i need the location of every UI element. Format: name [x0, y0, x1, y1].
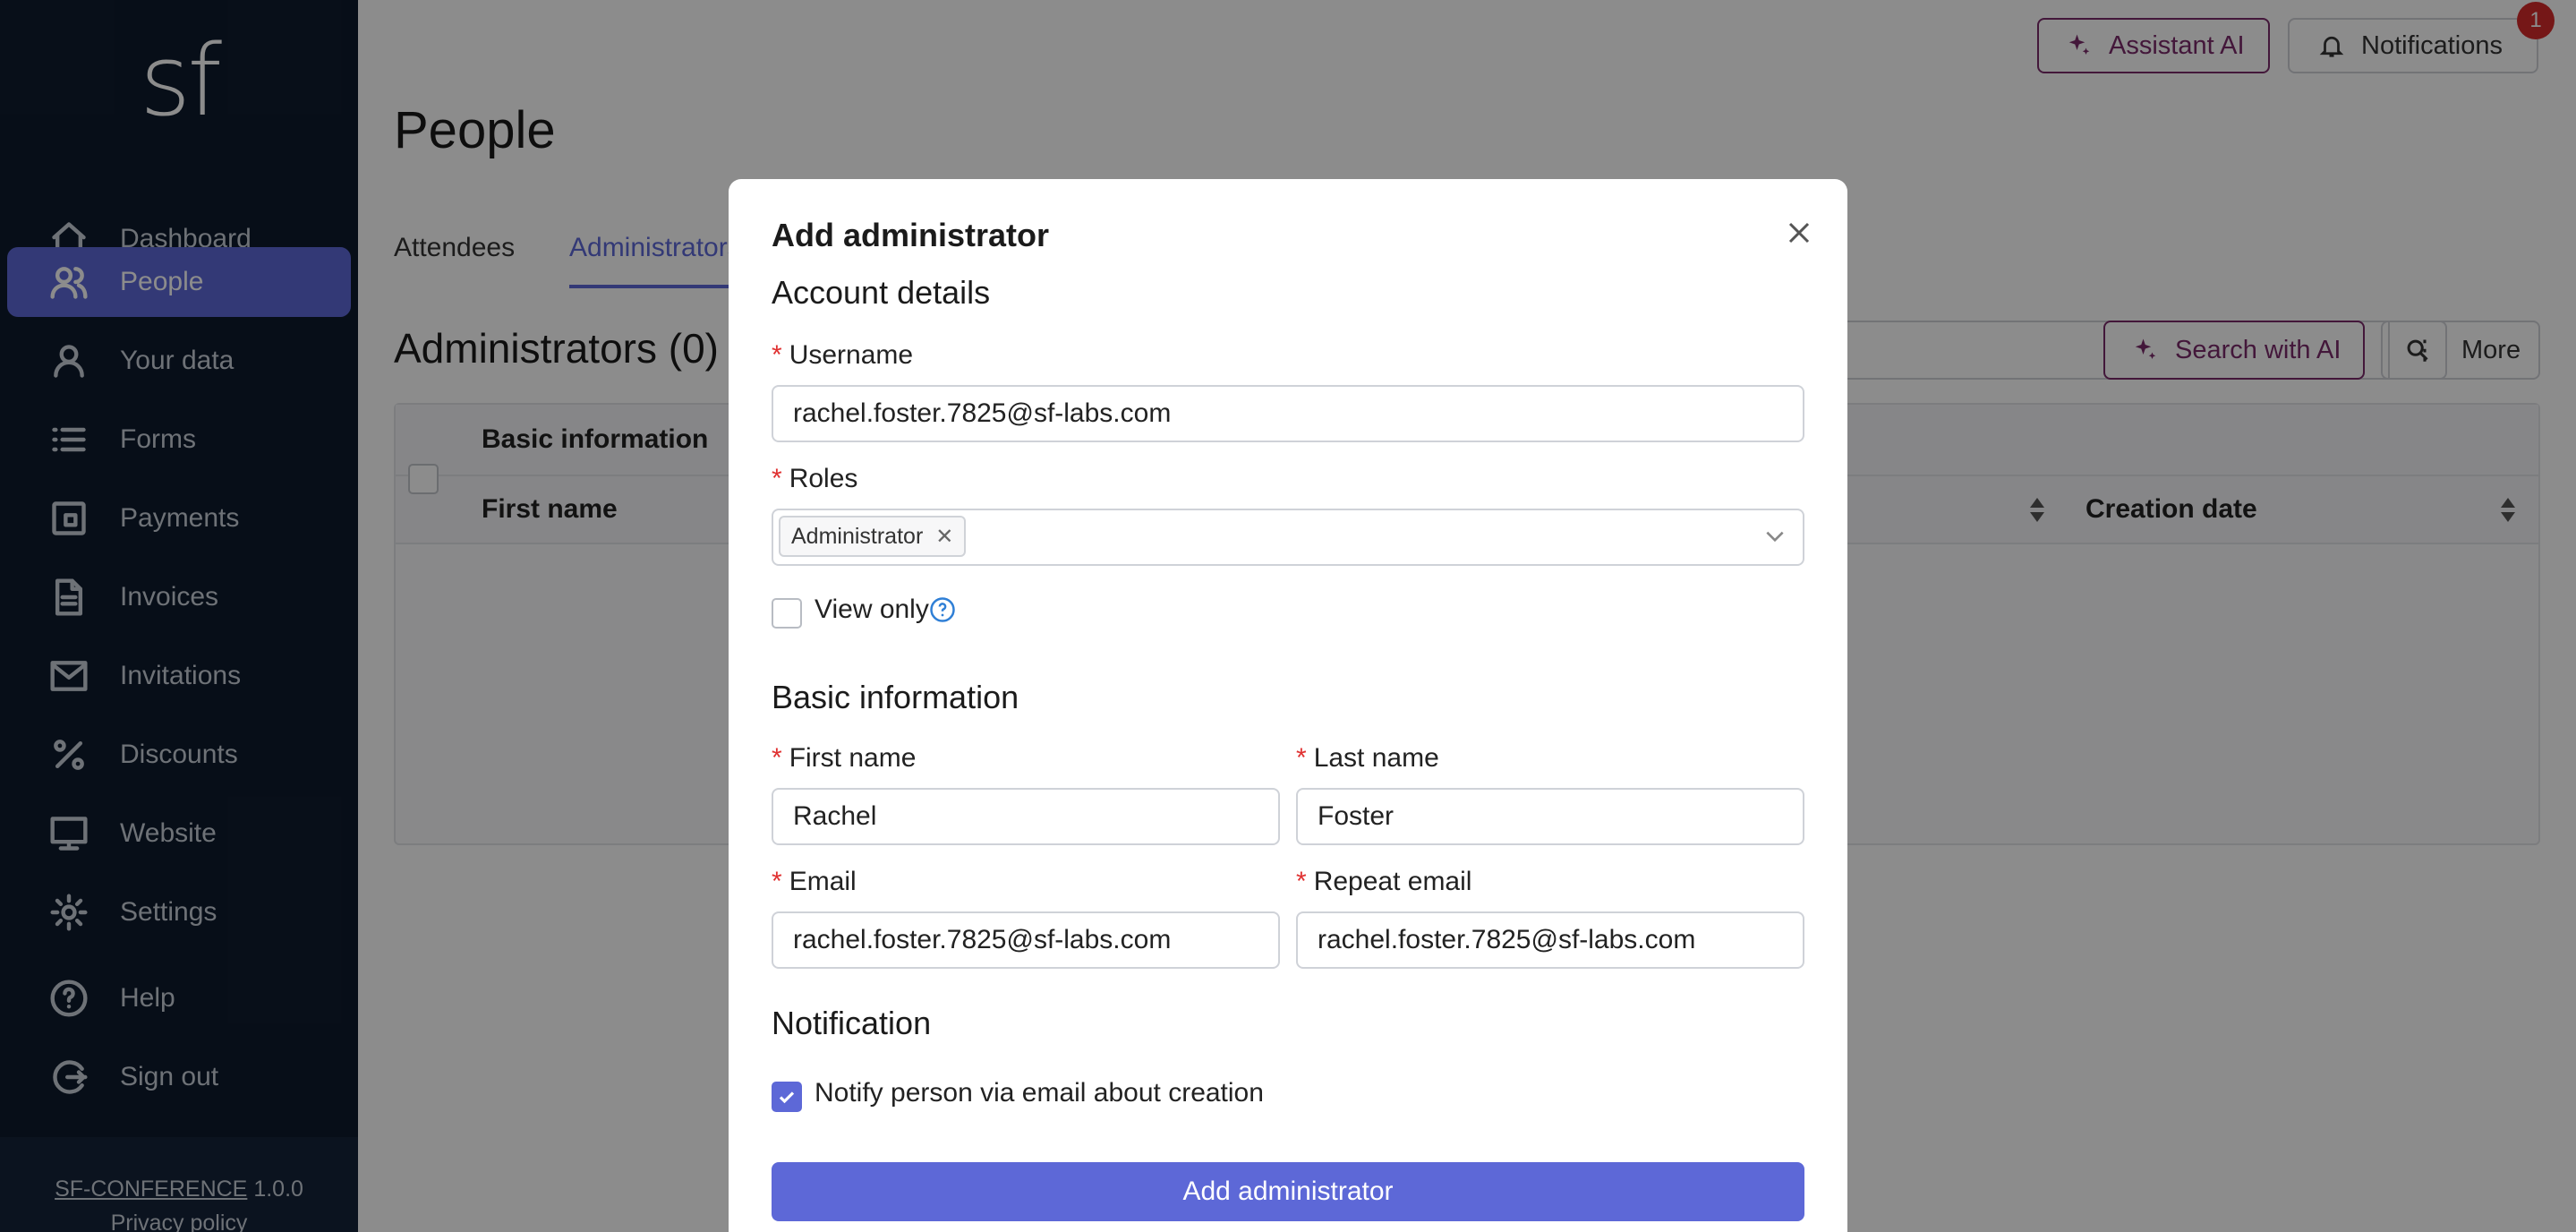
repeat-email-field[interactable]: rachel.foster.7825@sf-labs.com	[1296, 911, 1804, 969]
email-label-text: Email	[789, 867, 857, 896]
notify-label: Notify person via email about creation	[815, 1078, 1264, 1108]
required-marker: *	[772, 743, 782, 773]
account-details-heading: Account details	[772, 274, 991, 311]
remove-tag-icon[interactable]: ✕	[935, 524, 953, 550]
username-field[interactable]: rachel.foster.7825@sf-labs.com	[772, 385, 1804, 442]
email-field[interactable]: rachel.foster.7825@sf-labs.com	[772, 911, 1280, 969]
role-tag: Administrator ✕	[779, 516, 967, 557]
last-name-label-text: Last name	[1313, 743, 1439, 773]
last-name-field[interactable]: Foster	[1296, 788, 1804, 845]
username-label: * Username	[772, 340, 913, 371]
email-label: * Email	[772, 867, 857, 897]
roles-label-text: Roles	[789, 464, 858, 493]
repeat-email-label-text: Repeat email	[1313, 867, 1472, 896]
required-marker: *	[1296, 867, 1307, 896]
close-icon	[1788, 222, 1810, 244]
view-only-label: View only	[815, 595, 929, 624]
basic-information-heading: Basic information	[772, 679, 1019, 715]
chevron-down-icon[interactable]	[1763, 525, 1787, 548]
first-name-label: * First name	[772, 743, 916, 774]
first-name-label-text: First name	[789, 743, 917, 773]
close-button[interactable]	[1781, 215, 1817, 251]
repeat-email-label: * Repeat email	[1296, 867, 1471, 897]
role-tag-label: Administrator	[791, 523, 924, 549]
notification-heading: Notification	[772, 1005, 932, 1041]
view-only-checkbox[interactable]	[772, 598, 802, 629]
required-marker: *	[772, 340, 782, 370]
help-circle-icon[interactable]	[929, 596, 956, 623]
check-icon	[779, 1091, 795, 1104]
first-name-field[interactable]: Rachel	[772, 788, 1280, 845]
required-marker: *	[772, 464, 782, 493]
required-marker: *	[772, 867, 782, 896]
roles-label: * Roles	[772, 464, 857, 494]
required-marker: *	[1296, 743, 1307, 773]
notify-checkbox[interactable]	[772, 1082, 802, 1112]
add-administrator-button[interactable]: Add administrator	[772, 1162, 1804, 1221]
last-name-label: * Last name	[1296, 743, 1439, 774]
username-label-text: Username	[789, 340, 914, 370]
modal-title: Add administrator	[772, 217, 1050, 253]
add-administrator-modal: Add administrator Account details * Usern…	[729, 179, 1847, 1232]
